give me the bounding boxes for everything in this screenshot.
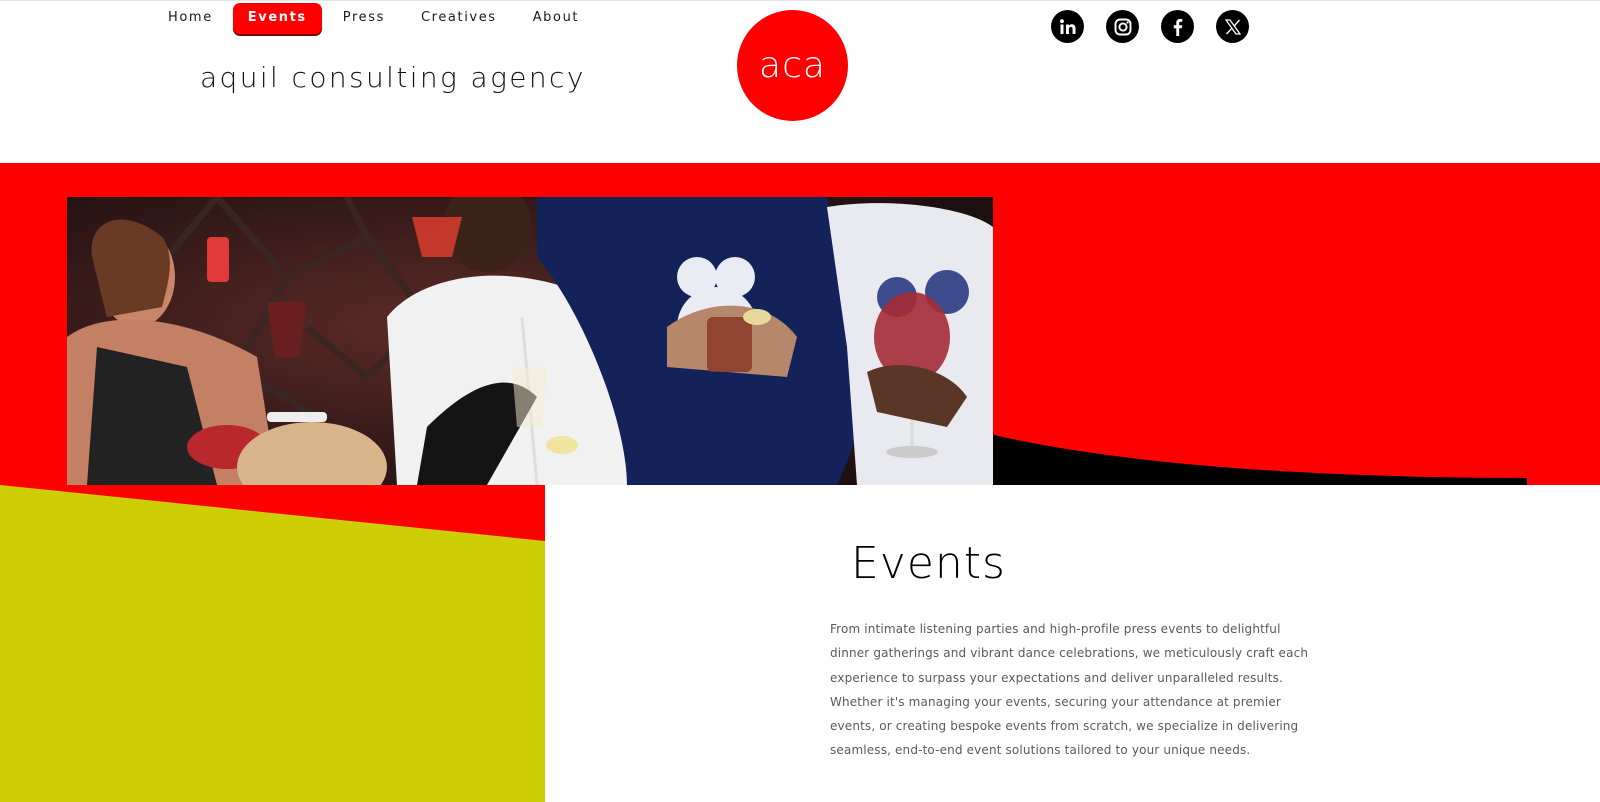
nav-item-press[interactable]: Press [328,3,400,33]
nav-item-events[interactable]: Events [232,2,322,34]
facebook-link[interactable] [1161,10,1194,43]
x-icon [1224,18,1241,35]
hero-wave-shape [990,434,1527,485]
linkedin-icon [1059,18,1075,34]
linkedin-link[interactable] [1051,10,1084,43]
x-link[interactable] [1216,10,1249,43]
site-header: Home Events Press Creatives About aquil … [0,0,1600,163]
nav-item-about[interactable]: About [518,3,594,33]
events-description: From intimate listening parties and high… [830,622,1309,758]
page-title: Events [851,538,1006,589]
event-photo [67,197,993,485]
instagram-icon [1114,18,1131,35]
brand-name[interactable]: aquil consulting agency [200,61,586,94]
nav-item-creatives[interactable]: Creatives [406,3,512,33]
nav-item-home[interactable]: Home [153,3,228,33]
instagram-link[interactable] [1106,10,1139,43]
main-nav: Home Events Press Creatives About [153,1,594,35]
decorative-shape [0,485,545,802]
facebook-icon [1173,18,1182,36]
social-links [1051,10,1271,43]
logo-text: aca [759,45,826,86]
site-logo[interactable]: aca [737,10,848,121]
